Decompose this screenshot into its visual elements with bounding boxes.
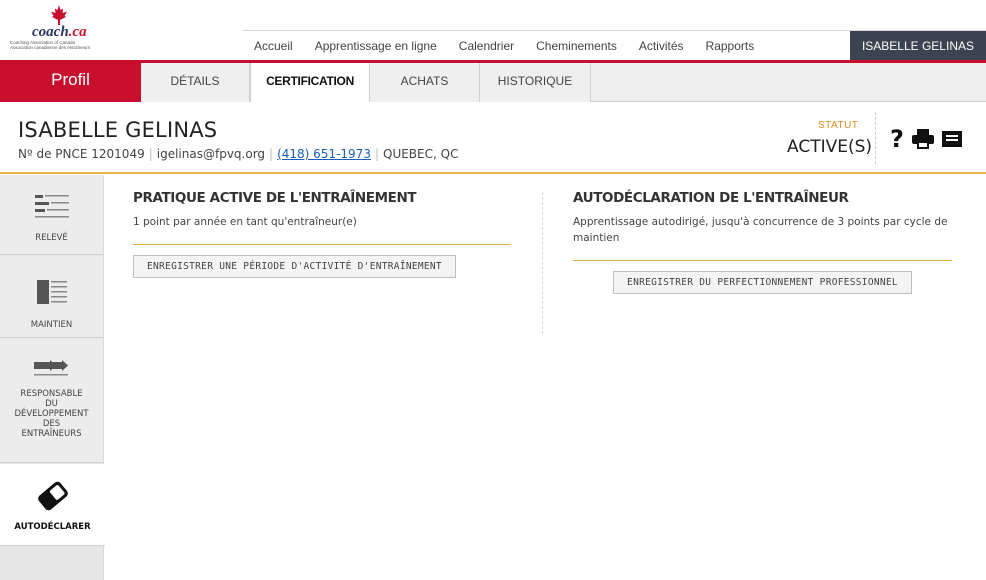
section-title: PRATIQUE ACTIVE DE L'ENTRAÎNEMENT: [133, 190, 417, 206]
pnce-number: 1201049: [91, 147, 145, 161]
id-card-icon[interactable]: [941, 131, 962, 147]
section-divider: [133, 244, 511, 245]
sidebar-item-label: RELEVÉ: [35, 233, 68, 243]
column-divider: [542, 192, 543, 334]
logo-brand: coach.ca: [32, 24, 87, 40]
nav-item-cheminements[interactable]: Cheminements: [525, 31, 628, 60]
nav-item-calendrier[interactable]: Calendrier: [448, 31, 525, 60]
help-icon[interactable]: ?: [890, 127, 904, 151]
register-activity-period-button[interactable]: ENREGISTRER UNE PÉRIODE D'ACTIVITÉ D'ENT…: [133, 255, 456, 278]
pratique-active-section: PRATIQUE ACTIVE DE L'ENTRAÎNEMENT 1 poin…: [133, 190, 511, 278]
page: coach.ca Coaching Association of Canada …: [0, 0, 986, 580]
autodeclaration-section: AUTODÉCLARATION DE L'ENTRAÎNEUR Apprenti…: [573, 190, 952, 294]
print-icon[interactable]: [911, 129, 934, 149]
nav-item-apprentissage[interactable]: Apprentissage en ligne: [304, 31, 448, 60]
tab-details[interactable]: DÉTAILS: [141, 63, 250, 102]
profile-location: QUEBEC, QC: [383, 147, 459, 161]
profile-name: ISABELLE GELINAS: [18, 118, 218, 142]
sidebar-item-label: AUTODÉCLARER: [14, 522, 91, 532]
status-value: ACTIVE(S): [787, 137, 873, 157]
maple-leaf-icon: [51, 5, 67, 25]
sidebar-item-label: MAINTIEN: [30, 320, 73, 330]
section-description: 1 point par année en tant qu'entraîneur(…: [133, 216, 357, 228]
main-nav: Accueil Apprentissage en ligne Calendrie…: [243, 30, 986, 60]
header-actions: ?: [890, 127, 962, 151]
list-icon: [34, 195, 69, 218]
left-sidebar: RELEVÉ MAINTIEN RESPONSABLE DU DÉVELOPPE…: [0, 175, 105, 580]
arrows-icon: [33, 360, 68, 376]
pnce-label: Nº de PNCE: [18, 147, 88, 161]
sidebar-item-maintien[interactable]: MAINTIEN: [0, 256, 103, 338]
top-bar: coach.ca Coaching Association of Canada …: [0, 0, 986, 60]
section-title: AUTODÉCLARATION DE L'ENTRAÎNEUR: [573, 190, 849, 206]
tab-certification[interactable]: CERTIFICATION: [250, 63, 370, 102]
profile-phone-link[interactable]: (418) 651-1973: [277, 147, 371, 161]
subtabs: DÉTAILS CERTIFICATION ACHATS HISTORIQUE: [141, 63, 591, 102]
profile-tab[interactable]: Profil: [0, 63, 141, 102]
tab-historique[interactable]: HISTORIQUE: [480, 63, 591, 102]
sidebar-item-releve[interactable]: RELEVÉ: [0, 175, 103, 255]
header-divider: [875, 112, 876, 164]
register-professional-development-button[interactable]: ENREGISTRER DU PERFECTIONNEMENT PROFESSI…: [613, 271, 912, 294]
nav-item-rapports[interactable]: Rapports: [695, 31, 766, 60]
nav-item-activites[interactable]: Activités: [628, 31, 695, 60]
profile-meta: Nº de PNCE 1201049 | igelinas@fpvq.org | (41…: [18, 147, 459, 161]
section-description: Apprentissage autodirigé, jusqu'à concur…: [573, 216, 948, 244]
user-menu[interactable]: ISABELLE GELINAS: [849, 31, 986, 60]
status-label: STATUT: [818, 120, 859, 131]
eraser-icon: [37, 481, 68, 511]
profile-header: ISABELLE GELINAS Nº de PNCE 1201049 | igel…: [0, 102, 986, 174]
nav-item-accueil[interactable]: Accueil: [243, 31, 304, 60]
logo-tagline: Coaching Association of Canada Associati…: [10, 40, 91, 50]
profile-email: igelinas@fpvq.org: [156, 147, 266, 161]
profile-subnav: Profil DÉTAILS CERTIFICATION ACHATS HIST…: [0, 60, 986, 102]
coach-logo[interactable]: coach.ca Coaching Association of Canada …: [10, 2, 120, 54]
tab-achats[interactable]: ACHATS: [370, 63, 480, 102]
sidebar-item-responsable[interactable]: RESPONSABLE DU DÉVELOPPEMENT DES ENTRAÎN…: [0, 339, 103, 463]
doc-lines-icon: [36, 280, 67, 304]
sidebar-item-label: RESPONSABLE DU DÉVELOPPEMENT DES ENTRAÎN…: [14, 389, 89, 439]
sidebar-item-autodeclarer[interactable]: AUTODÉCLARER: [0, 464, 105, 546]
